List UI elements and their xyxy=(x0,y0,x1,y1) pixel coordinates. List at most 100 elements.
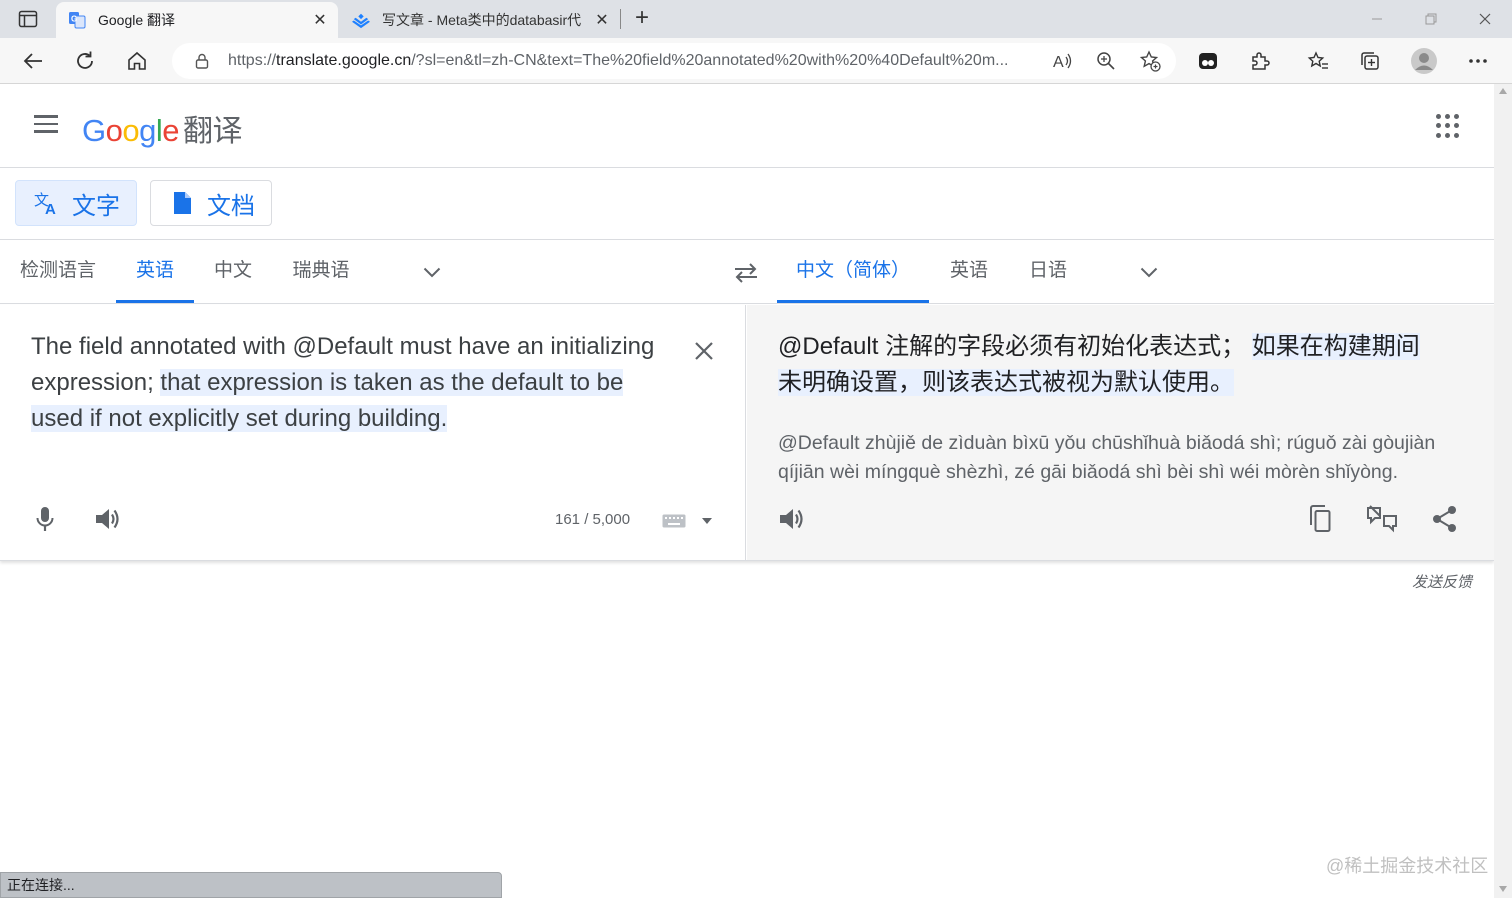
tab-title: Google 翻译 xyxy=(98,12,176,28)
close-window-button[interactable] xyxy=(1458,0,1512,38)
puzzle-icon xyxy=(1252,52,1270,70)
keyboard-icon xyxy=(662,514,686,528)
address-bar[interactable]: https://translate.google.cn/?sl=en&tl=zh… xyxy=(172,43,1176,79)
refresh-icon xyxy=(77,51,93,69)
tab-separator xyxy=(620,9,621,29)
target-more-languages-button[interactable] xyxy=(1136,259,1162,285)
speaker-icon xyxy=(780,509,803,529)
copy-translation-button[interactable] xyxy=(1302,501,1338,537)
svg-text:G: G xyxy=(71,15,77,24)
source-more-languages-button[interactable] xyxy=(419,259,445,285)
tab-actions-icon xyxy=(18,10,38,28)
transliteration-text: @Default zhùjiě de zìduàn bìxū yǒu chūsh… xyxy=(778,432,1436,483)
chevron-down-icon xyxy=(423,267,441,277)
source-lang-tab-english[interactable]: 英语 xyxy=(116,241,194,303)
logo-letter: o xyxy=(105,113,123,148)
target-lang-tab-english[interactable]: 英语 xyxy=(929,241,1009,303)
browser-status-bar: 正在连接... xyxy=(0,872,502,898)
menu-icon[interactable] xyxy=(30,110,62,142)
translation-panes: The field annotated with @Default must h… xyxy=(0,305,1494,561)
back-button[interactable] xyxy=(17,45,49,77)
docs-mode-label: 文档 xyxy=(207,192,255,220)
input-tools-button[interactable] xyxy=(662,511,716,531)
listen-source-button[interactable] xyxy=(90,501,126,537)
share-icon xyxy=(1433,506,1456,532)
logo-letter: G xyxy=(82,113,106,148)
clear-source-button[interactable] xyxy=(688,335,720,367)
profile-button[interactable] xyxy=(1408,45,1440,77)
source-lang-tab-swedish[interactable]: 瑞典语 xyxy=(272,241,370,303)
target-pane: @Default 注解的字段必须有初始化表达式； 如果在构建期间未明确设置，则该… xyxy=(747,305,1494,560)
source-pane: The field annotated with @Default must h… xyxy=(0,305,746,560)
target-text-plain: @Default 注解的字段必须有初始化表达式； xyxy=(778,333,1252,360)
swap-languages-button[interactable] xyxy=(730,257,762,289)
feedback-rate-icon xyxy=(1367,505,1397,533)
page-scrollbar[interactable] xyxy=(1494,84,1512,898)
url-host: translate.google.cn xyxy=(276,52,412,69)
url-text[interactable]: https://translate.google.cn/?sl=en&tl=zh… xyxy=(228,52,1038,70)
google-apps-icon[interactable] xyxy=(1434,112,1462,140)
new-tab-button[interactable]: + xyxy=(628,5,656,33)
translate-page: Google翻译 文A 文字 文档 检测语言 英语 中文 瑞典语 中文（简体） xyxy=(0,84,1494,898)
add-favorite-icon[interactable] xyxy=(1134,45,1166,77)
scroll-down-arrow-icon[interactable] xyxy=(1499,886,1507,892)
rate-translation-button[interactable] xyxy=(1364,501,1400,537)
settings-more-button[interactable] xyxy=(1462,45,1494,77)
google-translate-favicon-icon: G xyxy=(68,11,86,29)
read-aloud-icon[interactable]: A xyxy=(1046,45,1078,77)
restore-button[interactable] xyxy=(1404,0,1458,38)
source-lang-tab-chinese[interactable]: 中文 xyxy=(194,241,272,303)
back-arrow-icon xyxy=(23,53,42,69)
text-mode-button[interactable]: 文A 文字 xyxy=(15,180,137,226)
juejin-favicon-icon xyxy=(352,11,370,29)
lock-icon[interactable] xyxy=(182,53,222,69)
app-header: Google 翻译 xyxy=(0,84,1494,168)
target-lang-tab-japanese[interactable]: 日语 xyxy=(1009,241,1087,303)
tab-close-icon[interactable]: ✕ xyxy=(588,6,616,34)
favorites-button[interactable] xyxy=(1302,45,1334,77)
home-button[interactable] xyxy=(121,45,153,77)
send-feedback-link[interactable]: 发送反馈 xyxy=(1412,571,1472,592)
share-translation-button[interactable] xyxy=(1427,501,1463,537)
minimize-button[interactable] xyxy=(1350,0,1404,38)
watermark: @稀土掘金技术社区 xyxy=(1326,856,1489,876)
listen-translation-button[interactable] xyxy=(774,501,810,537)
logo-letter: o xyxy=(122,113,140,148)
logo-letter: g xyxy=(139,113,156,148)
target-lang-tab-chinese-simplified[interactable]: 中文（简体） xyxy=(777,241,929,303)
copy-icon xyxy=(1310,505,1331,532)
tab-juejin[interactable]: 写文章 - Meta类中的databasir代 ✕ xyxy=(342,2,620,38)
google-translate-logo[interactable]: Google 翻译 xyxy=(82,106,243,150)
url-path: /?sl=en&tl=zh-CN&text=The%20field%20anno… xyxy=(411,52,1009,69)
tab-google-translate[interactable]: G Google 翻译 ✕ xyxy=(56,2,338,38)
product-name: 翻译 xyxy=(183,115,243,148)
tab-strip: G Google 翻译 ✕ 写文章 - Meta类中的databasir代 ✕ … xyxy=(0,0,1512,38)
extension-button[interactable] xyxy=(1192,45,1224,77)
collections-icon xyxy=(1361,52,1379,70)
source-text-input[interactable]: The field annotated with @Default must h… xyxy=(31,329,681,437)
detect-language-tab[interactable]: 检测语言 xyxy=(0,241,116,303)
minimize-icon xyxy=(1372,18,1382,20)
avatar-icon xyxy=(1411,48,1437,74)
speaker-icon xyxy=(96,509,119,529)
home-icon xyxy=(128,51,146,70)
browser-toolbar: https://translate.google.cn/?sl=en&tl=zh… xyxy=(0,38,1512,84)
more-dots-icon xyxy=(1469,59,1487,63)
microphone-icon xyxy=(36,507,54,531)
collections-button[interactable] xyxy=(1354,45,1386,77)
tab-close-icon[interactable]: ✕ xyxy=(306,6,334,34)
scroll-up-arrow-icon[interactable] xyxy=(1499,88,1507,94)
translate-icon: 文A xyxy=(34,190,60,216)
voice-input-button[interactable] xyxy=(27,501,63,537)
mode-selector: 文A 文字 文档 xyxy=(0,168,1494,240)
zoom-icon[interactable] xyxy=(1090,45,1122,77)
svg-text:A: A xyxy=(1053,54,1064,70)
tab-actions-button[interactable] xyxy=(8,6,48,32)
extensions-button[interactable] xyxy=(1244,45,1276,77)
docs-mode-button[interactable]: 文档 xyxy=(150,180,272,226)
refresh-button[interactable] xyxy=(69,45,101,77)
character-counter: 161 / 5,000 xyxy=(555,511,631,528)
close-icon xyxy=(695,342,713,360)
language-bar: 检测语言 英语 中文 瑞典语 中文（简体） 英语 日语 xyxy=(0,241,1494,304)
caret-down-icon xyxy=(702,518,712,524)
